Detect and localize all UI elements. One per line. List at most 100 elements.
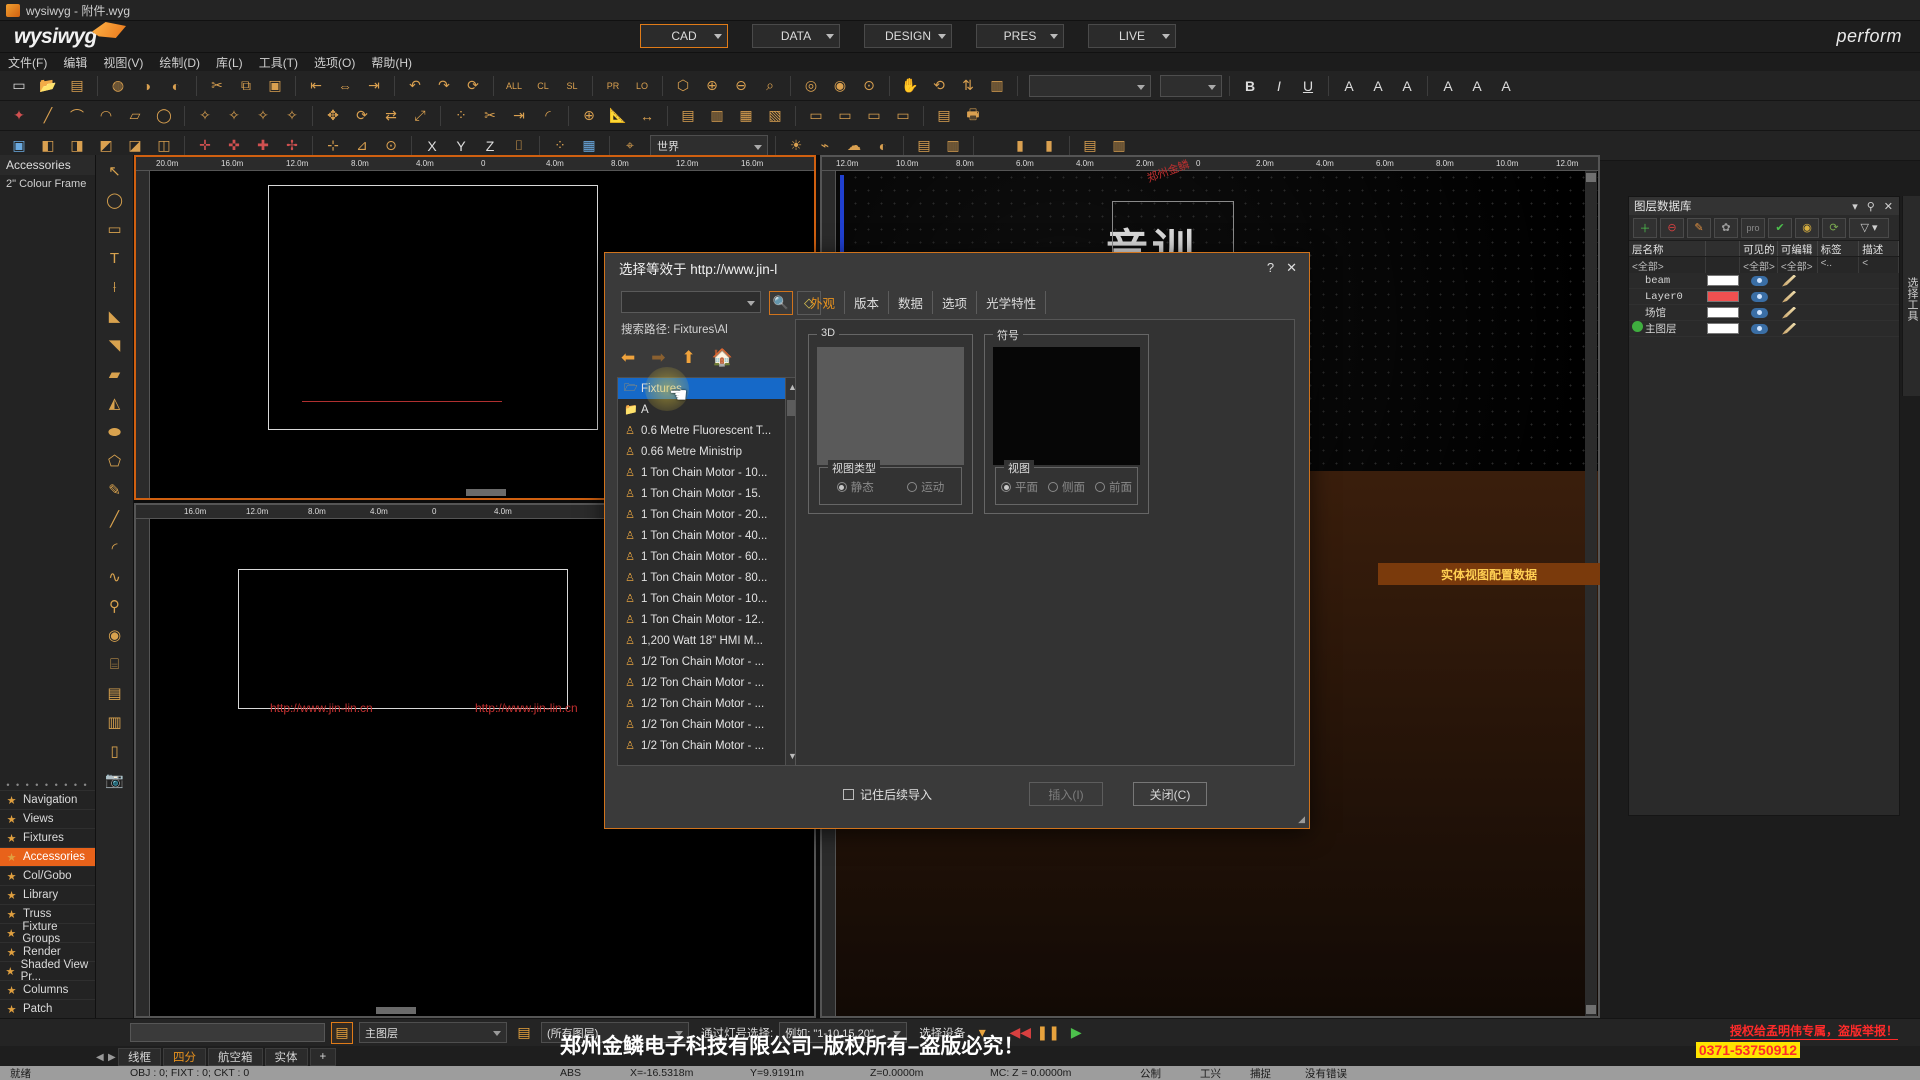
layer-visible-toggle[interactable]	[1751, 275, 1768, 286]
right-vertical-tab[interactable]: 选择工具	[1902, 196, 1920, 396]
align-tool-button[interactable]: ▦	[733, 103, 759, 129]
layer-color-swatch[interactable]	[1707, 275, 1739, 286]
sidebar-item-colgobo[interactable]: ★ Col/Gobo	[0, 866, 95, 885]
list-item[interactable]: ♙ 1/2 Ton Chain Motor - ...	[618, 714, 798, 735]
sidebar-item-navigation[interactable]: ★ Navigation	[0, 790, 95, 809]
sidebar-item-accessories[interactable]: ★ Accessories	[0, 847, 95, 866]
layer-filter-button[interactable]: ▽ ▾	[1849, 217, 1889, 238]
sidebar-item-library[interactable]: ★ Library	[0, 885, 95, 904]
menu-item-v[interactable]: 视图(V)	[103, 54, 143, 71]
triangle-tool-icon[interactable]: ◭	[100, 390, 130, 416]
vertical-scrollbar[interactable]	[1585, 171, 1597, 1016]
search-input[interactable]	[621, 291, 761, 313]
insert-fixture-button[interactable]: ✧	[221, 103, 247, 129]
active-layer-icon[interactable]: ▤	[331, 1021, 353, 1044]
list-item[interactable]: ♙ 1 Ton Chain Motor - 20...	[618, 504, 798, 525]
camera-tool-icon[interactable]: 📷	[100, 767, 130, 793]
up-arrow-icon[interactable]: ⬆	[682, 348, 696, 368]
scroll-down-arrow[interactable]	[1586, 1005, 1596, 1014]
poly-tool-icon[interactable]: ⬠	[100, 448, 130, 474]
new-file-button[interactable]: ▭	[6, 73, 32, 99]
view-tab-+[interactable]: +	[309, 1048, 337, 1066]
close-icon[interactable]: ✕	[1286, 260, 1297, 276]
layer-column-header[interactable]: 标签	[1818, 241, 1860, 256]
rotate-tool-button[interactable]: ⟳	[349, 103, 375, 129]
remember-import-checkbox[interactable]: 记住后续导入	[843, 786, 932, 803]
select-pr-button[interactable]: PR	[600, 73, 626, 99]
zoom-in-button[interactable]: ⊕	[699, 73, 725, 99]
zoom-previous-button[interactable]: ◉	[827, 73, 853, 99]
text-size-a3-button[interactable]: A	[1394, 73, 1420, 99]
sheet-a-button[interactable]: ▭	[803, 103, 829, 129]
menu-item-h[interactable]: 帮助(H)	[371, 54, 412, 71]
coordinate-system-select[interactable]: 世界	[650, 134, 768, 157]
sheet-b-button[interactable]: ▭	[832, 103, 858, 129]
select-lo-button[interactable]: LO	[629, 73, 655, 99]
camera-button[interactable]: ▥	[984, 73, 1010, 99]
tab-版本[interactable]: 版本	[845, 291, 890, 314]
rect-tool-icon[interactable]: ▭	[100, 216, 130, 242]
layer-column-filter[interactable]: <全部>	[1629, 257, 1707, 273]
pan-hand-button[interactable]: ✋	[897, 73, 923, 99]
column-tool-icon[interactable]: ▯	[100, 738, 130, 764]
apply-layer-button[interactable]: ✔	[1768, 217, 1792, 238]
gobo-place-icon[interactable]: ◉	[100, 622, 130, 648]
layer-editable-toggle[interactable]	[1782, 274, 1796, 287]
layer-column-header[interactable]: 可见的	[1740, 241, 1778, 256]
active-layer-indicator[interactable]	[1632, 291, 1643, 302]
list-item[interactable]: ♙ 0.66 Metre Ministrip	[618, 441, 798, 462]
layer-color-button[interactable]: ◉	[1795, 217, 1819, 238]
active-layer-select[interactable]: 主图层	[359, 1022, 507, 1043]
active-layer-indicator[interactable]	[1632, 275, 1643, 286]
layer-column-header[interactable]: 可编辑	[1778, 241, 1818, 256]
insert-button[interactable]: 插入(I)	[1029, 782, 1103, 806]
panel-grip[interactable]: • • • • • • • • •	[0, 778, 95, 790]
zoom-window-button[interactable]: ⌕	[757, 73, 783, 99]
report-button[interactable]: ▤	[931, 103, 957, 129]
layer-visible-toggle[interactable]	[1751, 291, 1768, 302]
italic-button[interactable]: I	[1266, 73, 1292, 99]
zoom-extents-button[interactable]: ◎	[798, 73, 824, 99]
close-icon[interactable]: ✕	[1884, 200, 1893, 213]
layer-settings-button[interactable]: ✿	[1714, 217, 1738, 238]
active-layer-indicator[interactable]	[1632, 305, 1643, 316]
help-icon[interactable]: ?	[1267, 260, 1274, 276]
list-item[interactable]: ♙ 1 Ton Chain Motor - 40...	[618, 525, 798, 546]
radio-button[interactable]	[836, 482, 847, 492]
list-item[interactable]: ♙ 1/2 Ton Chain Motor - ...	[618, 693, 798, 714]
trim-tool-button[interactable]: ✂	[477, 103, 503, 129]
text-align-a4-button[interactable]: A	[1435, 73, 1461, 99]
paste-button[interactable]: ▣	[262, 73, 288, 99]
layer-editable-toggle[interactable]	[1782, 306, 1796, 319]
table-row[interactable]: 场馆	[1629, 305, 1899, 321]
dimension-button[interactable]: ↔	[634, 103, 660, 129]
draw-rect-button[interactable]: ▱	[122, 103, 148, 129]
layer-column-filter[interactable]	[1706, 257, 1741, 273]
fixture-file-list[interactable]: 🗁Fixtures📁A♙0.6 Metre Fluorescent T...♙0…	[617, 377, 799, 766]
view-type-radio-静态[interactable]: 静态	[836, 479, 874, 495]
close-button[interactable]: 关闭(C)	[1133, 782, 1207, 806]
list-item[interactable]: ♙ 1 Ton Chain Motor - 10...	[618, 588, 798, 609]
menu-item-d[interactable]: 绘制(D)	[159, 54, 200, 71]
layer-column-filter[interactable]: <全部>	[1740, 257, 1778, 273]
list-item[interactable]: ♙ 1 Ton Chain Motor - 80...	[618, 567, 798, 588]
draw-point-button[interactable]: ✦	[6, 103, 32, 129]
distribute-tool-button[interactable]: ▧	[762, 103, 788, 129]
open-file-button[interactable]: 📂	[35, 73, 61, 99]
mode-data[interactable]: DATA	[752, 24, 840, 48]
list-item[interactable]: ♙ 1/2 Ton Chain Motor - ...	[618, 735, 798, 756]
back-arrow-icon[interactable]: ⬅	[621, 348, 635, 368]
font-family-select[interactable]	[1029, 74, 1151, 97]
sidebar-item-fixturegroups[interactable]: ★ Fixture Groups	[0, 921, 95, 945]
layer-color-swatch[interactable]	[1707, 307, 1739, 318]
fixture-place-icon[interactable]: ⚲	[100, 593, 130, 619]
chevron-down-icon[interactable]	[714, 34, 722, 39]
view-tab-实体[interactable]: 实体	[264, 1048, 308, 1066]
layer-visible-toggle[interactable]	[1751, 323, 1768, 334]
select-all-button[interactable]: ALL	[501, 73, 527, 99]
insert-object-button[interactable]: ✧	[279, 103, 305, 129]
dimension-tool-icon[interactable]: ⟊	[100, 274, 130, 300]
menu-item-o[interactable]: 选项(O)	[314, 54, 355, 71]
sidebar-item-patch[interactable]: ★ Patch	[0, 999, 95, 1018]
select-tool-icon[interactable]: ↖	[100, 158, 130, 184]
